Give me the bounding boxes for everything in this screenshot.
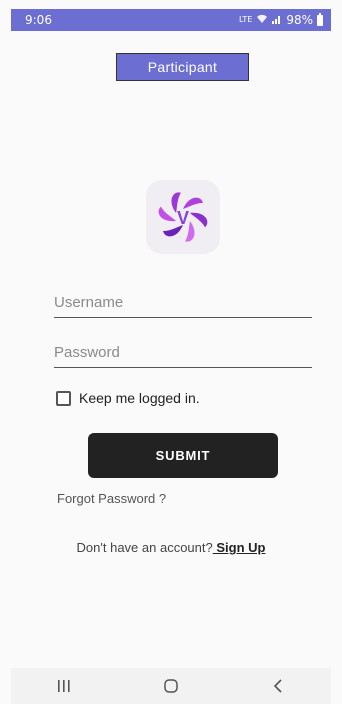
- status-time: 9:06: [25, 13, 52, 27]
- submit-button[interactable]: SUBMIT: [88, 433, 278, 478]
- signup-link[interactable]: Sign Up: [213, 540, 265, 555]
- home-button[interactable]: [151, 673, 191, 699]
- signup-row: Don't have an account? Sign Up: [0, 540, 342, 555]
- password-field-wrapper: [54, 338, 312, 368]
- forgot-password-link[interactable]: Forgot Password ?: [57, 491, 166, 506]
- logo-letter: V: [177, 208, 189, 228]
- recent-apps-icon: [58, 680, 70, 692]
- app-logo: V: [146, 180, 220, 254]
- recent-apps-button[interactable]: [44, 673, 84, 699]
- battery-percent: 98%: [286, 13, 313, 27]
- keep-logged-in-label[interactable]: Keep me logged in.: [79, 390, 200, 406]
- wifi-icon: [256, 13, 268, 27]
- username-field-wrapper: [54, 288, 312, 318]
- status-bar: 9:06 LTE 98%: [11, 9, 331, 31]
- signup-prompt: Don't have an account?: [76, 540, 213, 555]
- system-nav-bar: [11, 668, 331, 704]
- home-icon: [164, 679, 178, 693]
- back-icon: [273, 679, 282, 693]
- battery-icon: [317, 12, 323, 26]
- username-input[interactable]: [54, 288, 312, 317]
- signal-icon: [272, 13, 282, 27]
- back-button[interactable]: [258, 673, 298, 699]
- lte-icon: LTE: [239, 15, 253, 24]
- keep-logged-in-row[interactable]: Keep me logged in.: [56, 390, 200, 406]
- role-header: Participant: [116, 53, 249, 81]
- app-screen: 9:06 LTE 98% Participant V Username Keep…: [0, 0, 342, 704]
- status-icons: LTE 98%: [239, 12, 323, 27]
- keep-logged-in-checkbox[interactable]: [56, 390, 71, 406]
- password-input[interactable]: [54, 338, 312, 367]
